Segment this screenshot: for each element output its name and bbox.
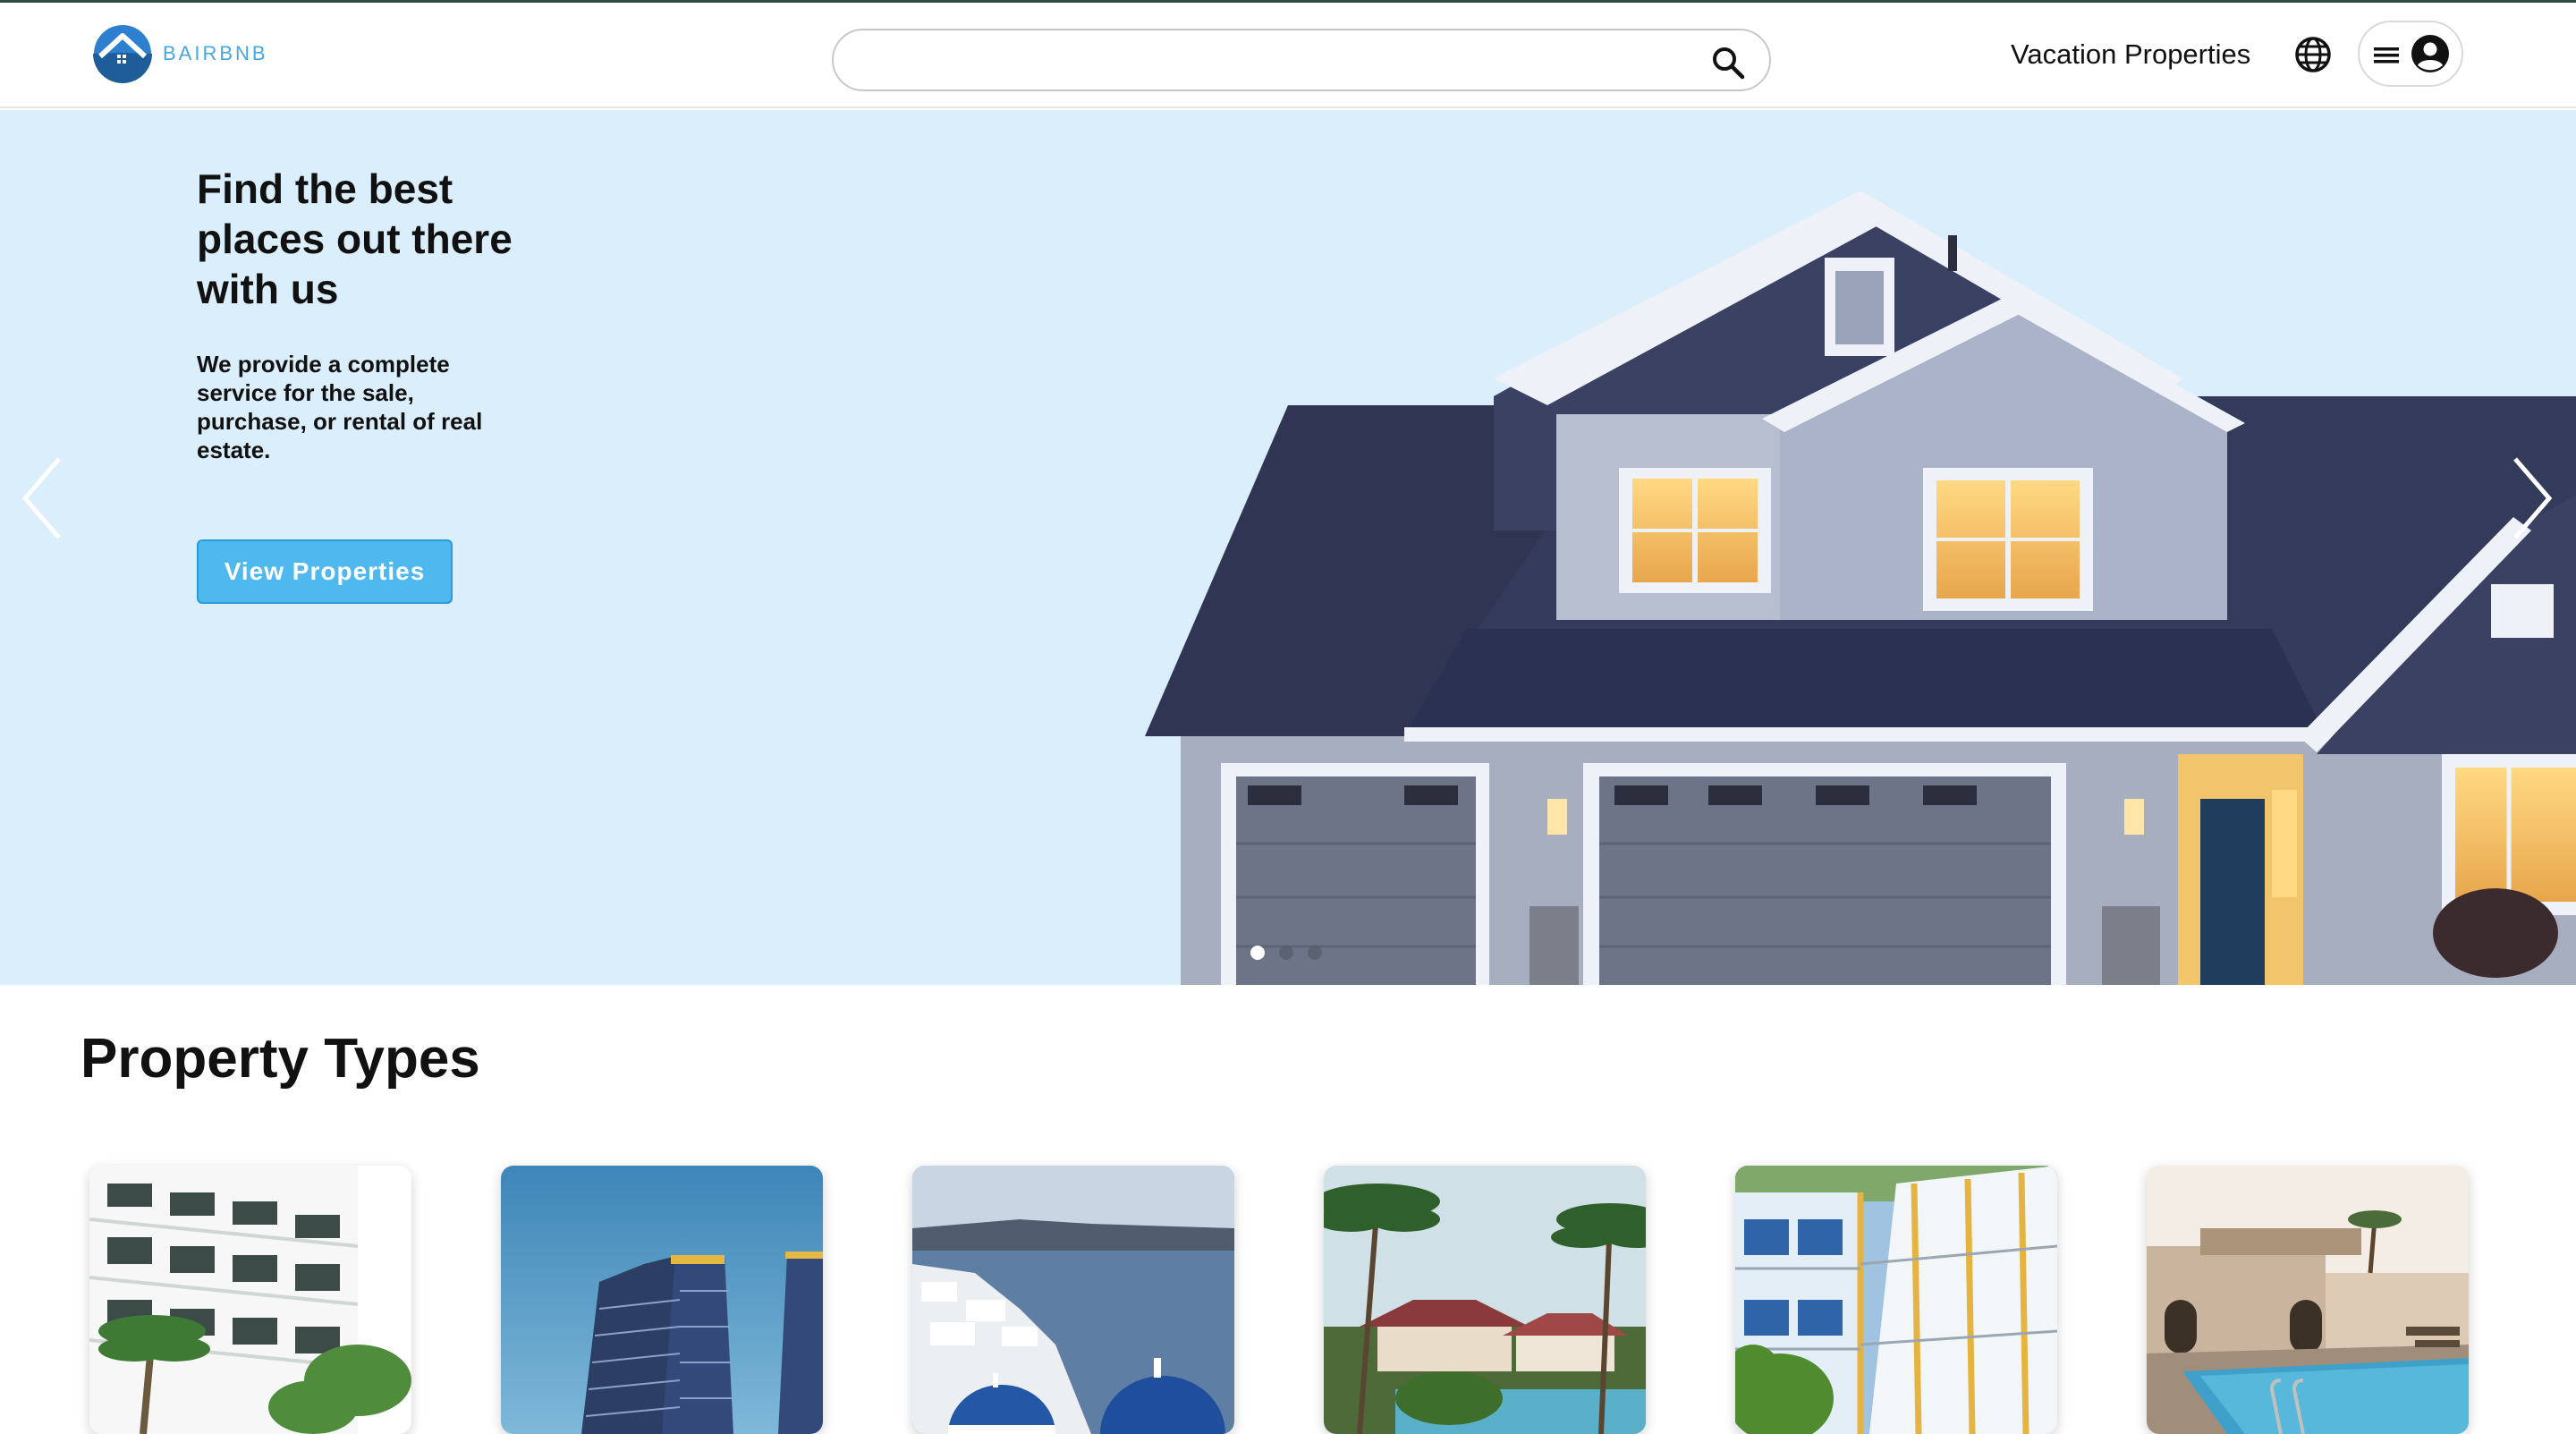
search-icon[interactable] <box>1710 45 1746 81</box>
property-type-card-villa-island[interactable] <box>912 1166 1234 1434</box>
carousel-dot-1[interactable] <box>1250 946 1265 960</box>
view-properties-button[interactable]: View Properties <box>197 539 453 604</box>
apartment-tower-image <box>501 1166 823 1434</box>
globe-icon[interactable] <box>2293 35 2333 74</box>
account-circle-icon <box>2411 35 2449 72</box>
property-type-card-hotel[interactable] <box>89 1166 411 1434</box>
property-types-heading: Property Types <box>80 1028 480 1090</box>
carousel-dot-3[interactable] <box>1308 946 1322 960</box>
search-input[interactable] <box>859 41 1682 81</box>
property-type-card-pool-villa[interactable] <box>2147 1166 2469 1434</box>
motel-courtyard-image <box>1735 1166 2057 1434</box>
hero-subtitle: We provide a complete service for the sa… <box>197 351 483 463</box>
search-bar[interactable] <box>832 29 1771 91</box>
property-type-card-apartment[interactable] <box>501 1166 823 1434</box>
hotel-building-image <box>89 1166 411 1434</box>
house-logo-icon <box>93 25 152 83</box>
user-menu-button[interactable] <box>2358 21 2463 87</box>
brand-name: BAIRBNB <box>163 42 268 64</box>
carousel-prev-arrow-icon[interactable] <box>16 452 70 545</box>
house-hero-image <box>1145 191 2576 985</box>
hero-carousel: Find the best places out there with us W… <box>0 110 2576 985</box>
vacation-properties-link[interactable]: Vacation Properties <box>2011 38 2250 71</box>
property-type-card-motel[interactable] <box>1735 1166 2057 1434</box>
villa-pool-image <box>2147 1166 2469 1434</box>
hero-title: Find the best places out there with us <box>197 165 513 312</box>
hamburger-icon <box>2374 47 2399 64</box>
property-type-card-resort[interactable] <box>1324 1166 1646 1434</box>
site-header: BAIRBNB Vacation Properties <box>0 3 2576 108</box>
brand-logo[interactable]: BAIRBNB <box>93 24 268 83</box>
carousel-next-arrow-icon[interactable] <box>2504 452 2558 545</box>
carousel-dot-2[interactable] <box>1279 946 1293 960</box>
carousel-indicators <box>1250 946 1322 960</box>
property-types-list <box>89 1166 2504 1434</box>
santorini-domes-image <box>912 1166 1234 1434</box>
tropical-resort-image <box>1324 1166 1646 1434</box>
